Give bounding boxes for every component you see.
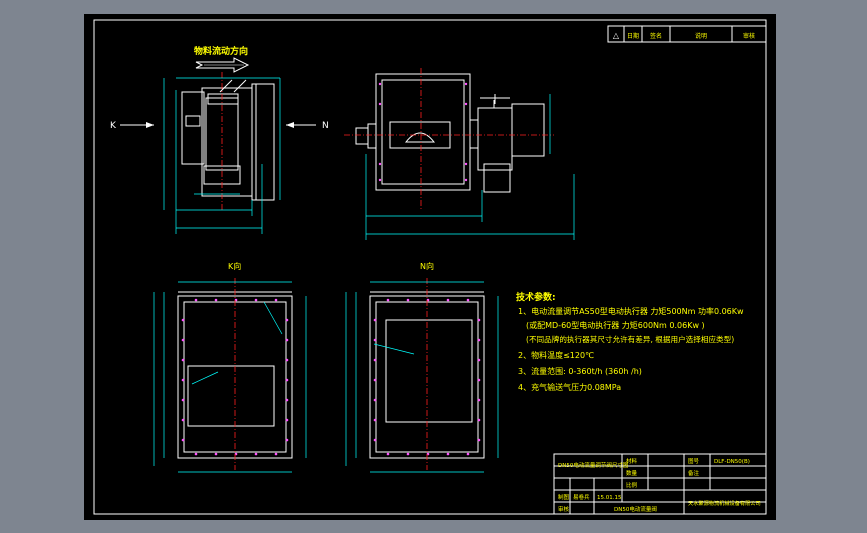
k-direction-view-label: K向 (228, 261, 241, 271)
tech-params-block: 技术参数: 1、电动流量调节AS50型电动执行器 力矩500Nm 功率0.06K… (516, 291, 744, 392)
rev-mark-header: △ (613, 31, 620, 40)
title-block-scale-label: 比例 (626, 481, 638, 489)
k-view-label: K (110, 121, 117, 131)
side-view-dimensions (163, 77, 281, 234)
title-block-material-label: 材料 (626, 457, 638, 465)
side-view (181, 79, 275, 201)
title-block-designer-label: 制图 (558, 493, 570, 501)
title-block-remark-label: 备注 (688, 469, 700, 477)
flow-direction-arrow (195, 57, 250, 73)
title-block-drawing-no: DLF-DN50(B) (714, 459, 750, 465)
cad-drawing: △ 日期 签名 说明 审核 物料流动方向 K N K向 N向 技术参数: 1、电… (93, 19, 767, 515)
rev-date-header: 日期 (627, 32, 639, 40)
title-block-date: 15.01.15 (597, 495, 622, 501)
n-view-arrow (286, 122, 316, 128)
title-block-company: 天水聚源物流机械设备有限公司 (688, 499, 761, 507)
n-view-dimensions (345, 281, 499, 473)
tech-param-line-6: 4、充气输送气压力0.08MPa (518, 382, 621, 392)
title-block-checker-label: 审核 (558, 505, 570, 513)
title-block-drawing-no-label: 图号 (688, 457, 700, 465)
tech-param-line-4: 2、物料温度≤120℃ (518, 350, 594, 360)
n-view-label: N (322, 121, 329, 131)
title-block-drawing-title: DN50电动流量调节阀尺寸图 (558, 461, 629, 469)
rev-desc-header: 说明 (695, 32, 707, 40)
title-block-designer: 易卷兵 (573, 493, 590, 501)
n-direction-view-label: N向 (420, 261, 434, 271)
title-block-qty-label: 数量 (626, 469, 638, 477)
tech-param-line-5: 3、流量范围: 0-360t/h (360h /h) (518, 366, 642, 376)
title-block-product-name: DN50电动流量阀 (614, 505, 657, 513)
drawing-sheet: △ 日期 签名 说明 审核 物料流动方向 K N K向 N向 技术参数: 1、电… (84, 14, 776, 520)
rev-signed-header: 签名 (650, 32, 662, 40)
revision-table: △ 日期 签名 说明 审核 (607, 25, 767, 43)
front-view-holes (378, 82, 468, 182)
k-view-arrow (120, 122, 154, 128)
tech-param-line-2: (或配MD-60型电动执行器 力矩600Nm 0.06Kw ) (526, 320, 705, 330)
tech-params-title: 技术参数: (516, 291, 556, 303)
flow-direction-label: 物料流动方向 (194, 45, 248, 57)
tech-param-line-1: 1、电动流量调节AS50型电动执行器 力矩500Nm 功率0.06Kw (518, 306, 744, 316)
tech-param-line-3: (不同品牌的执行器其尺寸允许有差异, 根据用户选择相应类型) (526, 334, 734, 344)
rev-review-header: 审核 (743, 32, 755, 40)
k-view-dimensions (153, 281, 307, 473)
front-view (355, 73, 545, 193)
